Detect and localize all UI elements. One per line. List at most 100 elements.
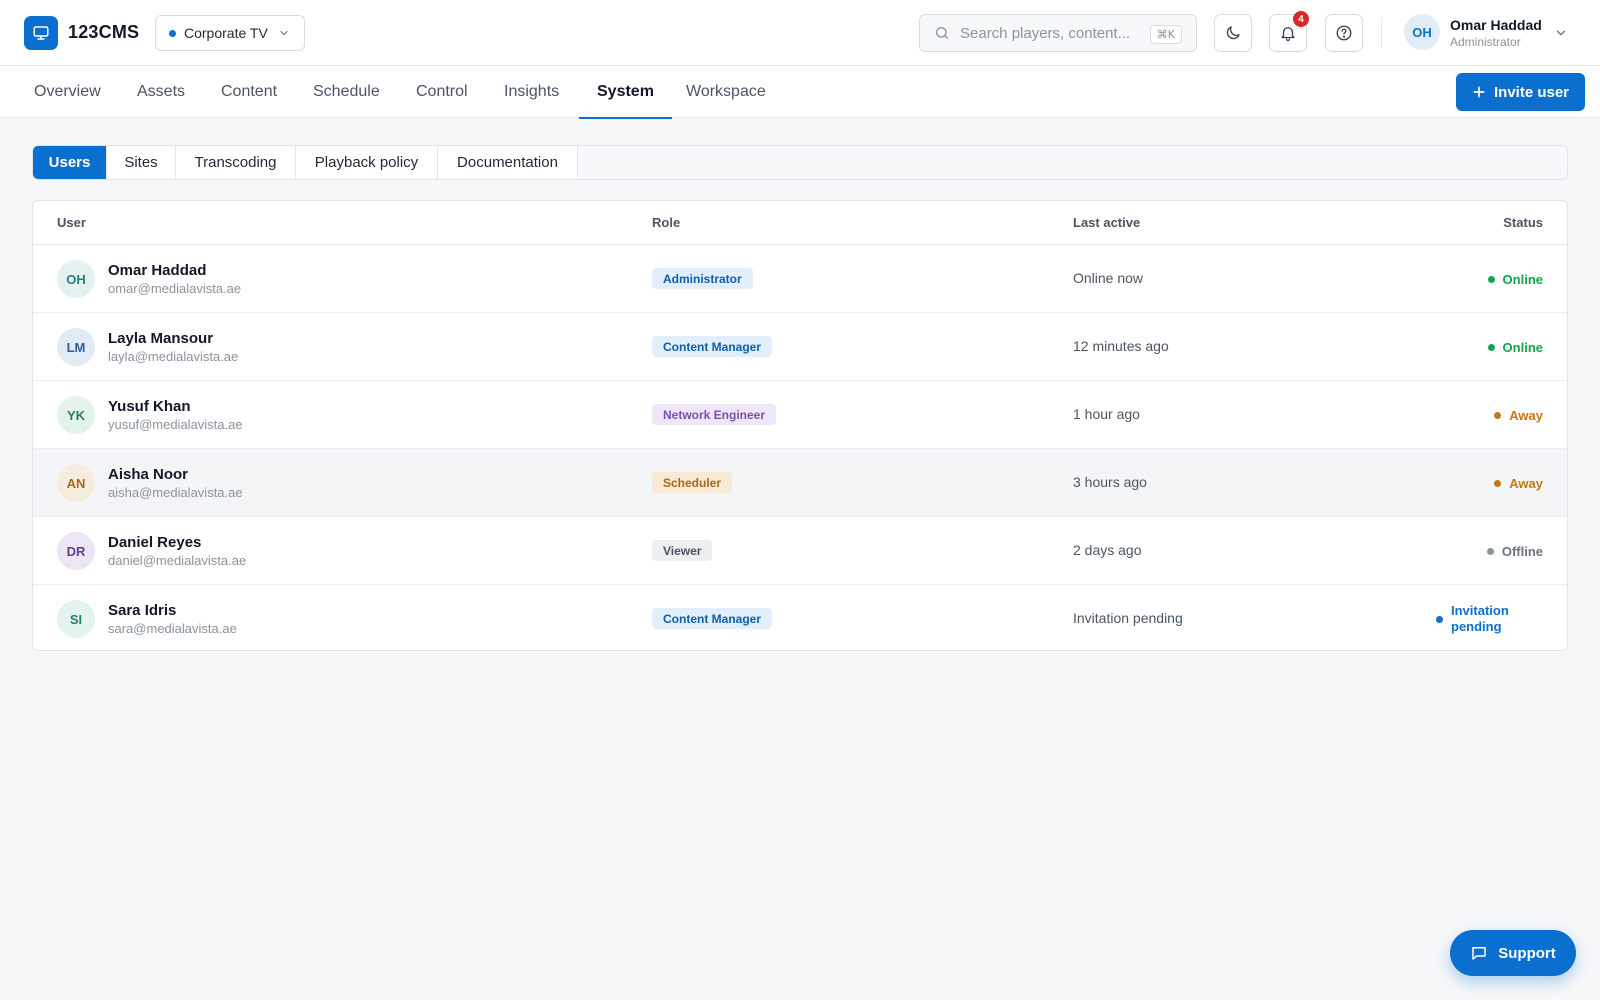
help-button[interactable] — [1325, 14, 1363, 52]
user-name: Aisha Noor — [108, 466, 189, 483]
status-dot — [1436, 615, 1443, 623]
user-email: layla@medialavista.ae — [108, 349, 239, 364]
last-active: 12 minutes ago — [1073, 338, 1169, 354]
moon-icon — [1226, 26, 1240, 40]
tab-assets[interactable]: Assets — [119, 66, 203, 118]
bell-icon — [1281, 27, 1295, 42]
role-badge: Scheduler — [652, 472, 733, 493]
column-role[interactable]: Role — [652, 215, 680, 230]
support-label: Support — [1498, 944, 1556, 962]
role-badge: Network Engineer — [652, 404, 777, 425]
status-dot — [1487, 343, 1495, 351]
subtab-documentation[interactable]: Documentation — [438, 146, 578, 179]
avatar: SI — [57, 600, 95, 638]
header-divider — [1381, 18, 1382, 48]
workspace-select[interactable]: Corporate TV — [155, 15, 305, 51]
status-badge: Online — [1487, 313, 1543, 381]
status-badge: Away — [1494, 381, 1543, 449]
tab-system[interactable]: System — [579, 66, 672, 119]
search-box[interactable]: ⌘K — [919, 14, 1197, 52]
last-active: 3 hours ago — [1073, 474, 1147, 490]
table-row[interactable]: DR Daniel Reyes daniel@medialavista.ae V… — [33, 517, 1567, 585]
status-label: Invitation pending — [1451, 603, 1509, 634]
tab-schedule[interactable]: Schedule — [295, 66, 398, 118]
status-badge: Online — [1487, 245, 1543, 313]
status-label: Offline — [1501, 543, 1543, 559]
subtab-sites[interactable]: Sites — [107, 146, 176, 179]
invite-user-label: Invite user — [1493, 83, 1570, 101]
tab-insights[interactable]: Insights — [486, 66, 577, 118]
user-email: sara@medialavista.ae — [108, 621, 237, 636]
app-name: 123CMS — [68, 22, 140, 42]
status-badge: Invitation pending — [1436, 585, 1543, 650]
user-name: Daniel Reyes — [108, 534, 202, 551]
avatar: YK — [57, 396, 95, 434]
notifications-button[interactable]: 4 — [1269, 11, 1309, 52]
user-email: yusuf@medialavista.ae — [108, 417, 243, 432]
table-row[interactable]: SI Sara Idris sara@medialavista.ae Conte… — [33, 585, 1567, 650]
search-shortcut: ⌘K — [1149, 25, 1182, 44]
last-active: 2 days ago — [1073, 542, 1142, 558]
tab-control[interactable]: Control — [398, 66, 486, 118]
chevron-down-icon — [280, 30, 288, 36]
subtab-playback-policy[interactable]: Playback policy — [296, 146, 438, 179]
column-user[interactable]: User — [57, 215, 86, 230]
plus-icon — [1473, 86, 1485, 98]
user-name: Omar Haddad — [108, 262, 207, 279]
status-label: Online — [1502, 271, 1543, 287]
table-row[interactable]: LM Layla Mansour layla@medialavista.ae C… — [33, 313, 1567, 381]
last-active: 1 hour ago — [1073, 406, 1140, 422]
tab-workspace[interactable]: Workspace — [668, 66, 784, 118]
table-row[interactable]: OH Omar Haddad omar@medialavista.ae Admi… — [33, 245, 1567, 313]
status-dot — [1487, 275, 1495, 283]
chevron-down-icon[interactable] — [1554, 26, 1568, 40]
table-row[interactable]: AN Aisha Noor aisha@medialavista.ae Sche… — [33, 449, 1567, 517]
subtab-users[interactable]: Users — [33, 146, 107, 179]
status-badge: Away — [1494, 449, 1543, 517]
user-name: Sara Idris — [108, 602, 177, 619]
role-badge: Administrator — [652, 268, 753, 289]
top-bar: 123CMS Corporate TV ⌘K 4 OH Omar Haddad … — [0, 0, 1600, 66]
status-label: Away — [1509, 475, 1543, 491]
subtab-transcoding[interactable]: Transcoding — [176, 146, 296, 179]
status-label: Online — [1502, 339, 1543, 355]
user-name[interactable]: Omar Haddad — [1450, 17, 1542, 33]
user-name: Layla Mansour — [108, 330, 214, 347]
table-row[interactable]: YK Yusuf Khan yusuf@medialavista.ae Netw… — [33, 381, 1567, 449]
column-status[interactable]: Status — [1503, 215, 1543, 230]
user-email: daniel@medialavista.ae — [108, 553, 247, 568]
status-badge: Offline — [1486, 517, 1543, 585]
role-badge: Content Manager — [652, 336, 773, 357]
theme-toggle-button[interactable] — [1214, 14, 1252, 52]
tab-content[interactable]: Content — [203, 66, 295, 118]
chat-icon — [1472, 947, 1486, 960]
status-dot — [1486, 547, 1494, 555]
avatar: AN — [57, 464, 95, 502]
monitor-icon[interactable] — [24, 16, 58, 50]
status-dot — [1494, 479, 1502, 487]
last-active: Invitation pending — [1073, 610, 1183, 626]
status-label: Away — [1509, 407, 1543, 423]
last-active: Online now — [1073, 270, 1144, 286]
search-icon — [936, 27, 948, 39]
user-name: Yusuf Khan — [108, 398, 191, 415]
role-badge: Content Manager — [652, 608, 773, 629]
tab-overview[interactable]: Overview — [16, 66, 119, 118]
users-table: User Role Last active Status OH Omar Had… — [32, 200, 1568, 651]
user-avatar[interactable]: OH — [1404, 14, 1440, 50]
avatar: DR — [57, 532, 95, 570]
main-nav: Overview Assets Content Schedule Control… — [0, 66, 1600, 119]
role-badge: Viewer — [652, 540, 713, 561]
user-email: omar@medialavista.ae — [108, 281, 242, 296]
help-icon — [1336, 25, 1352, 41]
user-email: aisha@medialavista.ae — [108, 485, 243, 500]
support-button[interactable]: Support — [1450, 930, 1576, 976]
workspace-name: Corporate TV — [184, 25, 268, 41]
invite-user-button[interactable]: Invite user — [1456, 73, 1585, 111]
system-subtabs: Users Sites Transcoding Playback policy … — [32, 145, 1568, 180]
workspace-dot — [169, 29, 176, 37]
table-header: User Role Last active Status — [33, 201, 1567, 245]
column-last-active[interactable]: Last active — [1073, 215, 1140, 230]
avatar: LM — [57, 328, 95, 366]
search-input[interactable] — [960, 24, 1150, 42]
